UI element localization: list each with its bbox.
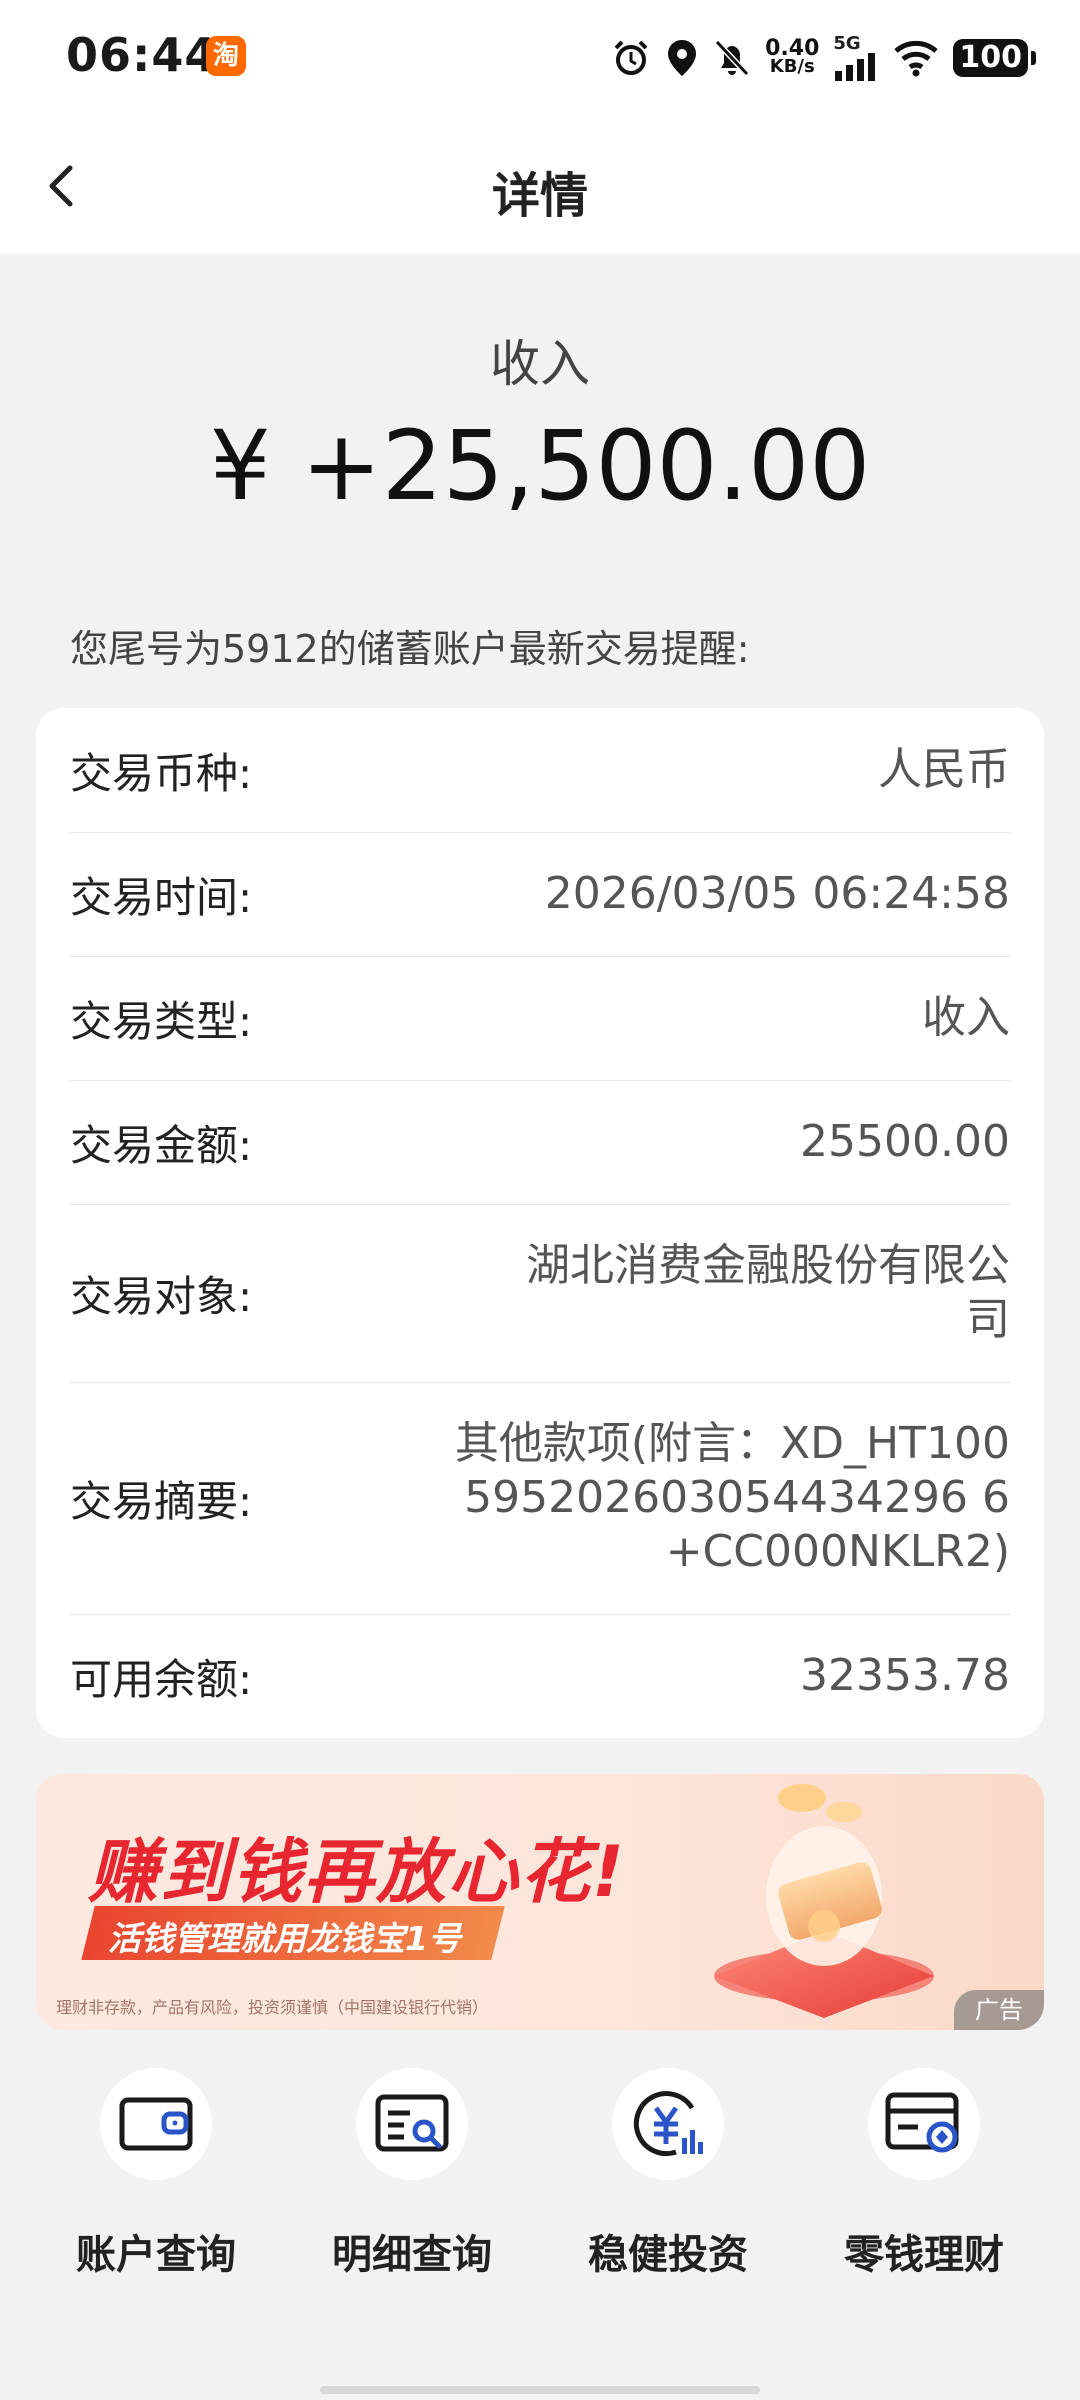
page-title: 详情 [491,168,588,224]
battery-icon: 100 [953,39,1036,77]
detail-row-type: 交易类型: 收入 [70,956,1010,1081]
detail-row-balance: 可用余额: 32353.78 [70,1614,1010,1738]
transaction-amount: ¥ +25,500.00 [209,410,871,522]
nav-bar: 详情 [0,118,1080,254]
shortcut-label: 明细查询 [332,2232,492,2278]
transaction-type-heading: 收入 [490,335,590,393]
detail-value: 收入 [922,992,1010,1043]
shortcut-change-finance[interactable]: 零钱理财 [804,2068,1044,2280]
status-icons: 0.40 KB/s 5G 100 [611,30,1036,86]
coin-card-illustration-icon [714,1784,934,2018]
home-indicator[interactable] [320,2386,760,2394]
network-speed: 0.40 KB/s [765,38,819,77]
detail-label: 交易币种: [70,748,253,798]
cellular-signal: 5G [833,35,879,81]
shortcut-icon-circle [356,2068,468,2180]
detail-value: 人民币 [878,744,1010,795]
account-notice: 您尾号为5912的储蓄账户最新交易提醒: [70,627,750,671]
wallet-icon [119,2097,193,2151]
shortcut-label: 账户查询 [76,2232,236,2278]
location-icon [668,40,697,76]
promo-banner[interactable]: 赚到钱再放心花! 活钱管理就用龙钱宝1号 理财非存款，产品有风险，投资须谨慎（中… [36,1774,1044,2030]
transaction-details-card: 交易币种: 人民币 交易时间: 2026/03/05 06:24:58 交易类型… [36,708,1044,1738]
status-time: 06:44 [66,28,218,82]
alarm-icon [614,40,648,75]
banner-subline: 活钱管理就用龙钱宝1号 [108,1919,461,1958]
detail-label: 交易摘要: [70,1476,253,1526]
taobao-badge-icon: 淘 [206,36,246,76]
banner-headline: 赚到钱再放心花! [88,1831,626,1913]
detail-label: 交易金额: [70,1120,253,1170]
detail-label: 交易类型: [70,996,253,1046]
signal-icon [835,53,876,81]
wifi-icon [894,40,939,77]
ad-tag: 广告 [954,1990,1044,2030]
detail-row-amount: 交易金额: 25500.00 [70,1080,1010,1205]
detail-value: 25500.00 [800,1116,1010,1167]
detail-value: 2026/03/05 06:24:58 [544,868,1010,919]
network-type: 5G [833,33,861,54]
detail-label: 可用余额: [70,1654,253,1704]
detail-value: 湖北消费金融股份有限公司 [526,1240,1010,1345]
card-coin-icon [885,2092,959,2153]
status-bar: 06:44 淘 0.40 KB/s 5G 100 [0,0,1080,118]
shortcut-icon-circle [100,2068,212,2180]
shortcut-account-query[interactable]: 账户查询 [36,2068,276,2280]
detail-value: 32353.78 [800,1650,1010,1701]
detail-label: 交易对象: [70,1271,253,1321]
shortcut-detail-query[interactable]: 明细查询 [292,2068,532,2280]
detail-row-currency: 交易币种: 人民币 [70,708,1010,833]
shortcut-steady-invest[interactable]: 稳健投资 [548,2068,788,2280]
list-search-icon [375,2094,449,2152]
detail-value: 其他款项(附言：XD_HT100595202603054434296 6+CC0… [454,1418,1010,1577]
shortcut-label: 零钱理财 [844,2232,1004,2278]
detail-row-summary: 交易摘要: 其他款项(附言：XD_HT100595202603054434296… [70,1382,1010,1615]
banner-disclaimer: 理财非存款，产品有风险，投资须谨慎（中国建设银行代销） [56,1998,489,2017]
shortcut-label: 稳健投资 [588,2232,748,2278]
detail-row-counterparty: 交易对象: 湖北消费金融股份有限公司 [70,1204,1010,1383]
detail-row-time: 交易时间: 2026/03/05 06:24:58 [70,832,1010,957]
bell-muted-icon [714,39,750,77]
detail-label: 交易时间: [70,872,253,922]
speed-unit: KB/s [769,56,815,77]
yuan-chart-icon [633,2091,703,2157]
shortcut-icon-circle [612,2068,724,2180]
shortcut-icon-circle [868,2068,980,2180]
